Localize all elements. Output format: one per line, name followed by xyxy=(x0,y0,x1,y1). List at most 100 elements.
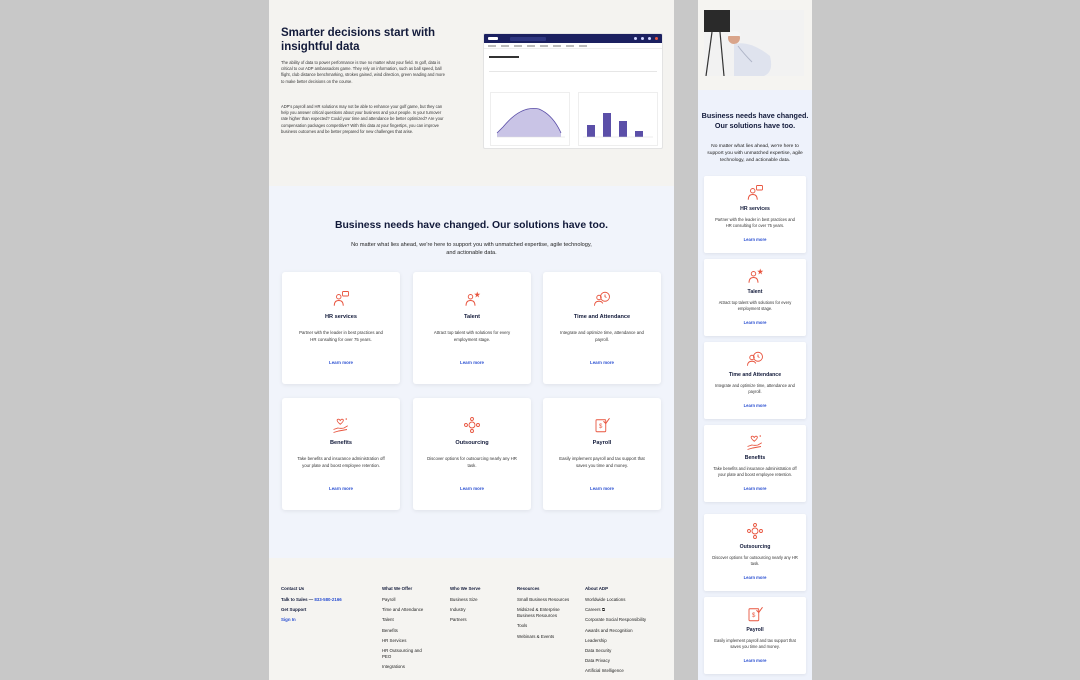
footer-link[interactable]: Awards and Recognition xyxy=(585,628,671,634)
card-title: Payroll xyxy=(592,440,612,446)
card-description: Integrate and optimize time, attendance … xyxy=(560,330,644,342)
solutions-heading: Business needs have changed. Our solutio… xyxy=(334,220,609,231)
footer-link[interactable]: Benefits xyxy=(382,628,432,634)
card-description: Integrate and optimize time, attendance … xyxy=(715,383,795,394)
footer-link[interactable]: Small Business Resources xyxy=(517,597,573,603)
mobile-card-hr-services[interactable]: HR services Partner with the leader in b… xyxy=(704,176,806,253)
mobile-card-time-and-attendance[interactable]: Time and Attendance Integrate and optimi… xyxy=(704,342,806,419)
card-description: Easily implement payroll and tax support… xyxy=(559,456,645,468)
footer-link[interactable]: Leadership xyxy=(585,638,671,644)
footer-link[interactable]: Business Size xyxy=(450,597,505,603)
footer-contact: Contact Us Talk to Sales — 833-580-2166 … xyxy=(281,586,342,628)
outsourcing-icon xyxy=(464,417,480,433)
footer-link[interactable]: Data Security xyxy=(585,648,671,654)
footer-what-we-offer: What We Offer Payroll Time and Attendanc… xyxy=(382,586,432,674)
footer-link[interactable]: Time and Attendance xyxy=(382,607,432,613)
mobile-card-payroll[interactable]: $ Payroll Easily implement payroll and t… xyxy=(704,597,806,674)
footer-link[interactable]: Talent xyxy=(382,617,432,623)
footer-resources: Resources Small Business Resources Midsi… xyxy=(517,586,573,644)
get-support-link[interactable]: Get Support xyxy=(281,607,342,613)
card-description: Easily implement payroll and tax support… xyxy=(714,638,796,649)
card-title: Time and Attendance xyxy=(573,314,631,320)
mobile-card-benefits[interactable]: Benefits Take benefits and insurance adm… xyxy=(704,425,806,502)
talent-icon xyxy=(465,291,481,306)
footer-heading: Resources xyxy=(517,586,540,591)
learn-more-link[interactable]: Learn more xyxy=(543,360,661,365)
hero-section: Smarter decisions start with insightful … xyxy=(269,0,674,186)
learn-more-link[interactable]: Learn more xyxy=(282,360,400,365)
footer-link[interactable]: Artificial Intelligence xyxy=(585,668,671,674)
card-title: Payroll xyxy=(746,627,764,633)
dashboard-screenshot xyxy=(483,33,663,149)
card-description: Attract top talent with solutions for ev… xyxy=(433,330,511,342)
footer-link[interactable]: HR Outsourcing and PEO xyxy=(382,648,432,660)
hero-title: Smarter decisions start with insightful … xyxy=(281,27,436,53)
sales-phone-link[interactable]: 833-580-2166 xyxy=(314,597,341,602)
footer-link[interactable]: Webinars & Events xyxy=(517,634,573,640)
footer-link[interactable]: Industry xyxy=(450,607,505,613)
mobile-card-outsourcing[interactable]: Outsourcing Discover options for outsour… xyxy=(704,514,806,591)
footer-link[interactable]: Worldwide Locations xyxy=(585,597,671,603)
learn-more-link[interactable]: Learn more xyxy=(543,486,661,491)
card-description: Partner with the leader in best practice… xyxy=(715,217,795,228)
footer-heading: About ADP xyxy=(585,586,609,591)
golfer-photo xyxy=(704,10,804,76)
card-time-and-attendance[interactable]: Time and Attendance Integrate and optimi… xyxy=(543,272,661,384)
learn-more-link[interactable]: Learn more xyxy=(704,237,806,242)
clock-icon xyxy=(747,351,763,366)
card-description: Discover options for outsourcing nearly … xyxy=(712,555,798,566)
card-title: Talent xyxy=(463,314,481,320)
card-title: HR services xyxy=(740,206,770,212)
hero-paragraph-2: ADP's payroll and HR solutions may not b… xyxy=(281,104,444,134)
footer-link[interactable]: Partners xyxy=(450,617,505,623)
sign-in-link[interactable]: Sign In xyxy=(281,617,342,623)
learn-more-link[interactable]: Learn more xyxy=(704,320,806,325)
footer-link[interactable]: Tools xyxy=(517,623,573,629)
card-title: Benefits xyxy=(329,440,353,446)
footer-heading: Contact Us xyxy=(281,586,305,591)
card-title: Benefits xyxy=(744,455,766,461)
mobile-card-talent[interactable]: Talent Attract top talent with solutions… xyxy=(704,259,806,336)
footer-link[interactable]: HR Services xyxy=(382,638,432,644)
learn-more-link[interactable]: Learn more xyxy=(413,360,531,365)
card-outsourcing[interactable]: Outsourcing Discover options for outsour… xyxy=(413,398,531,510)
benefits-icon xyxy=(747,435,762,450)
footer-about-adp: About ADP Worldwide Locations Careers ⧉ … xyxy=(585,586,671,679)
card-description: Take benefits and insurance administrati… xyxy=(297,456,385,468)
footer: Contact Us Talk to Sales — 833-580-2166 … xyxy=(269,558,674,680)
svg-text:$: $ xyxy=(599,424,603,430)
hr-services-icon xyxy=(333,291,349,306)
solutions-subheading: No matter what lies ahead, we're here to… xyxy=(351,242,592,257)
footer-link[interactable]: Data Privacy xyxy=(585,658,671,664)
svg-text:$: $ xyxy=(752,613,756,619)
footer-link[interactable]: Payroll xyxy=(382,597,432,603)
outsourcing-icon xyxy=(747,523,763,539)
card-description: Take benefits and insurance administrati… xyxy=(713,466,797,477)
footer-link[interactable]: Careers ⧉ xyxy=(585,607,671,613)
learn-more-link[interactable]: Learn more xyxy=(282,486,400,491)
card-description: Partner with the leader in best practice… xyxy=(299,330,383,342)
talent-icon xyxy=(748,268,764,283)
desktop-page: Smarter decisions start with insightful … xyxy=(269,0,674,680)
talk-to-sales-label: Talk to Sales — xyxy=(281,597,315,602)
card-hr-services[interactable]: HR services Partner with the leader in b… xyxy=(282,272,400,384)
card-benefits[interactable]: Benefits Take benefits and insurance adm… xyxy=(282,398,400,510)
learn-more-link[interactable]: Learn more xyxy=(704,658,806,663)
footer-heading: What We Offer xyxy=(382,586,413,591)
learn-more-link[interactable]: Learn more xyxy=(704,486,806,491)
card-payroll[interactable]: $ Payroll Easily implement payroll and t… xyxy=(543,398,661,510)
card-title: Time and Attendance xyxy=(728,372,782,378)
card-description: Attract top talent with solutions for ev… xyxy=(718,300,792,311)
card-talent[interactable]: Talent Attract top talent with solutions… xyxy=(413,272,531,384)
footer-link[interactable]: Integrations xyxy=(382,664,432,670)
payroll-icon: $ xyxy=(595,417,610,433)
learn-more-link[interactable]: Learn more xyxy=(413,486,531,491)
mobile-page: Business needs have changed. Our solutio… xyxy=(698,0,812,680)
learn-more-link[interactable]: Learn more xyxy=(704,575,806,580)
footer-link[interactable]: Midsized & Enterprise Business Resources xyxy=(517,607,573,619)
card-title: Talent xyxy=(747,289,763,295)
learn-more-link[interactable]: Learn more xyxy=(704,403,806,408)
footer-link[interactable]: Corporate Social Responsibility xyxy=(585,617,671,623)
card-title: HR services xyxy=(324,314,358,320)
benefits-icon xyxy=(333,418,348,433)
